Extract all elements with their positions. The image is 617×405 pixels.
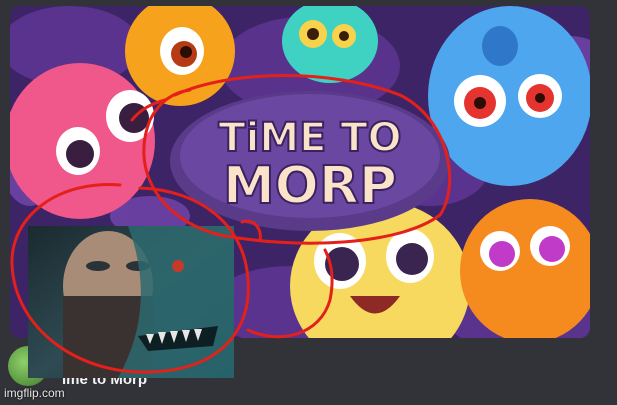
logo-line2: MORP bbox=[223, 156, 397, 216]
blue-monster bbox=[428, 6, 590, 186]
pasted-poster-image bbox=[28, 226, 234, 378]
game-logo: TiME TO MORP bbox=[170, 91, 450, 231]
pink-monster bbox=[10, 63, 155, 219]
poster-artwork bbox=[28, 226, 234, 378]
logo-line1: TiME TO bbox=[218, 115, 401, 161]
watermark: imgflip.com bbox=[4, 386, 65, 400]
